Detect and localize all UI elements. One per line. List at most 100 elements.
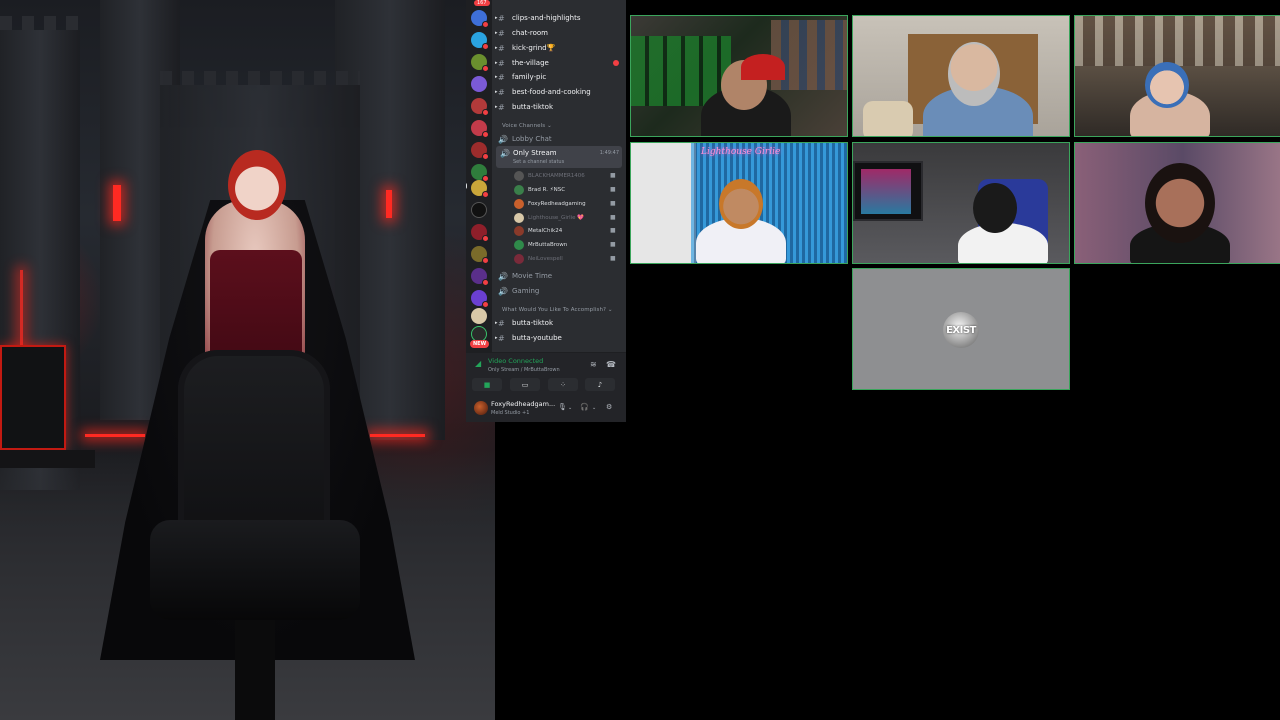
camera-icon: ■ [610, 255, 616, 262]
microphone-icon[interactable]: 🎙 [558, 403, 567, 411]
headphones-icon[interactable]: 🎧 [580, 403, 589, 411]
noise-suppression-icon[interactable]: ≋ [590, 360, 597, 369]
unread-mention-dot [613, 60, 619, 66]
desk [0, 450, 95, 468]
speaker-icon: 🔊 [500, 149, 510, 158]
server-icon[interactable] [471, 98, 489, 116]
screen-share-button[interactable]: ▭ [510, 378, 540, 391]
floor-light [85, 434, 145, 437]
voice-channel-movie-time[interactable]: 🔊 Movie Time [498, 269, 552, 283]
video-tile[interactable] [852, 142, 1070, 264]
server-icon[interactable] [471, 224, 489, 242]
voice-channels-header[interactable]: Voice Channels ⌄ [502, 123, 552, 129]
channel-butta-youtube[interactable]: ▸ # butta-youtube [495, 331, 562, 345]
connection-channel[interactable]: Only Stream / MrButtaBrown [488, 367, 560, 373]
gaming-chair-seat [150, 520, 360, 620]
video-tile[interactable]: Lighthouse Girlie [630, 142, 848, 264]
person-head [228, 150, 286, 220]
avatar [514, 184, 524, 195]
soundboard-icon: ♪ [597, 380, 603, 389]
placeholder-logo: EXIST [943, 312, 979, 348]
channel-the-village[interactable]: ▸ # the-village [495, 56, 549, 70]
camera-icon: ■ [610, 200, 616, 207]
channel-butta-tiktok[interactable]: ▸ # butta-tiktok [495, 316, 553, 330]
server-icon[interactable] [471, 290, 489, 308]
hash-icon: # [498, 87, 505, 97]
window-glow [386, 190, 392, 218]
neon-sign: Lighthouse Girlie [701, 147, 781, 157]
voice-member[interactable]: MrButtaBrown ■ [514, 238, 616, 251]
hash-icon: # [498, 318, 505, 328]
activities-button[interactable]: ⁘ [548, 378, 578, 391]
gaming-chair-base [235, 620, 275, 720]
voice-member[interactable]: FoxyRedheadgaming ■ [514, 197, 616, 210]
camera-button[interactable]: ■ [472, 378, 502, 391]
server-icon[interactable] [471, 268, 489, 286]
camera-icon: ■ [610, 227, 616, 234]
voice-channel-lobby-chat[interactable]: 🔊 Lobby Chat [498, 132, 552, 146]
video-tile[interactable] [630, 15, 848, 137]
connection-status[interactable]: Video Connected [488, 357, 543, 365]
voice-member[interactable]: NeiLovespell ■ [514, 252, 616, 265]
avatar [514, 253, 524, 264]
voice-timer: 1:49:47 [599, 150, 619, 156]
activities-icon: ⁘ [560, 380, 566, 389]
floor-light [370, 434, 425, 437]
voice-channel-only-stream[interactable]: 🔊 Only Stream Set a channel status 1:49:… [496, 146, 622, 168]
server-icon[interactable] [471, 32, 489, 50]
server-icon[interactable] [471, 202, 487, 218]
window-glow [113, 185, 121, 221]
voice-connection-panel: ◢ Video Connected Only Stream / MrButtaB… [466, 352, 626, 394]
gaming-pc [0, 345, 66, 450]
camera-icon: ■ [483, 380, 491, 389]
server-icon[interactable] [471, 120, 489, 138]
hash-icon: # [498, 58, 505, 68]
voice-member[interactable]: Lighthouse_Girlie 💖 ■ [514, 211, 616, 224]
user-status: Meld Studio +1 [491, 410, 530, 416]
channel-family-pic[interactable]: ▸ # family-pic [495, 70, 546, 84]
video-tile[interactable] [852, 15, 1070, 137]
chevron-down-icon[interactable]: ⌄ [568, 405, 572, 411]
avatar [514, 212, 524, 223]
voice-channel-gaming[interactable]: 🔊 Gaming [498, 284, 539, 298]
server-icon[interactable] [471, 10, 489, 28]
channel-butta-tiktok[interactable]: ▸ # butta-tiktok [495, 100, 553, 114]
hash-icon: # [498, 102, 505, 112]
video-tile[interactable] [1074, 15, 1280, 137]
mention-count-badge: 167 [474, 0, 490, 6]
hash-icon: # [498, 13, 505, 23]
username[interactable]: FoxyRedheadgam... [491, 400, 555, 408]
server-icon[interactable] [471, 76, 487, 92]
avatar[interactable] [474, 401, 488, 415]
server-icon[interactable] [471, 308, 487, 324]
server-icon[interactable] [471, 180, 489, 198]
category-header[interactable]: What Would You Like To Accomplish? ⌄ [502, 307, 613, 313]
disconnect-icon[interactable]: ☎ [606, 360, 616, 369]
new-badge: NEW [470, 340, 490, 348]
channel-chat-room[interactable]: ▸ # chat-room [495, 26, 548, 40]
stream-canvas: 167 NEW ▸ # clips-and-highlights ▸ # chat-ro… [0, 0, 1280, 720]
channel-best-food-and-cooking[interactable]: ▸ # best-food-and-cooking [495, 85, 591, 99]
channel-clips-and-highlights[interactable]: ▸ # clips-and-highlights [495, 11, 580, 25]
background-scene [0, 0, 495, 720]
channel-status[interactable]: Set a channel status [513, 159, 564, 165]
gear-icon[interactable]: ⚙ [606, 403, 612, 411]
signal-icon[interactable]: ◢ [475, 359, 481, 368]
soundboard-button[interactable]: ♪ [585, 378, 615, 391]
server-icon[interactable] [471, 142, 489, 160]
hash-icon: # [498, 333, 505, 343]
channel-kick-grind[interactable]: ▸ # kick-grind🏆 [495, 41, 555, 55]
chevron-down-icon[interactable]: ⌄ [592, 405, 596, 411]
camera-icon: ■ [610, 214, 616, 221]
avatar [514, 198, 524, 209]
server-icon[interactable] [471, 164, 489, 182]
voice-member[interactable]: MetalChik24 ■ [514, 224, 616, 237]
video-tile[interactable] [1074, 142, 1280, 264]
voice-member[interactable]: BLACKHAMMER1406 ■ [514, 169, 616, 182]
avatar [514, 239, 524, 250]
voice-member[interactable]: Brad R. ⚡NSC ■ [514, 183, 616, 196]
user-panel: FoxyRedheadgam... Meld Studio +1 🎙 ⌄ 🎧 ⌄… [466, 394, 626, 422]
server-icon[interactable] [471, 54, 489, 72]
server-icon[interactable] [471, 246, 489, 264]
speaker-icon: 🔊 [498, 134, 508, 144]
